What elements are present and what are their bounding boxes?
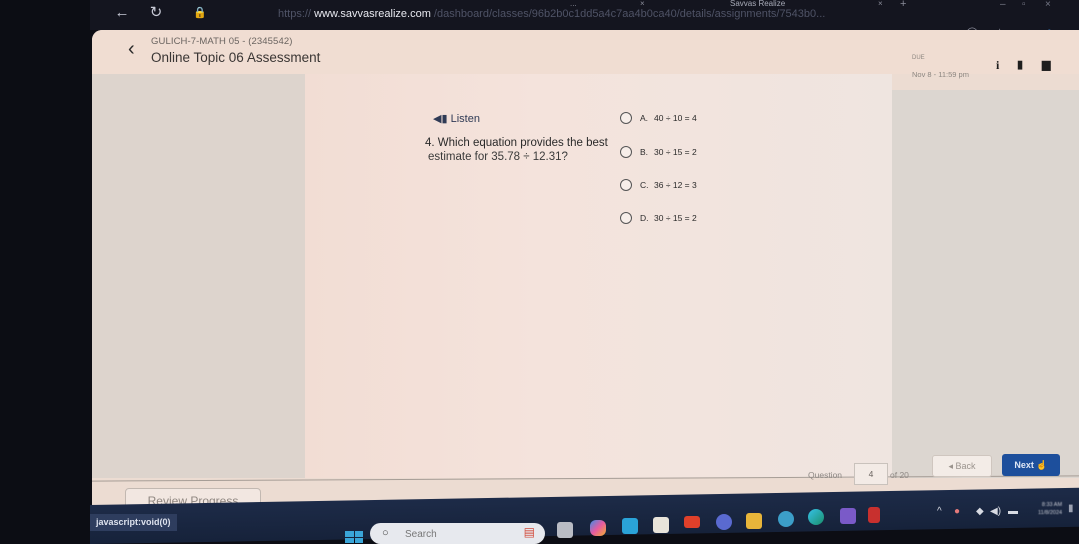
notebook-icon[interactable]: ▮ <box>1017 58 1023 71</box>
maximize-icon: ▫ <box>1022 0 1026 10</box>
back-arrow-icon[interactable]: ← <box>112 3 132 23</box>
clock-date: 11/8/2024 <box>1038 510 1063 516</box>
battery-icon[interactable]: ▬ <box>1008 506 1018 517</box>
assessment-page: ‹ GULICH-7-MATH 05 - (2345542) Online To… <box>92 30 1079 516</box>
copilot-icon[interactable] <box>590 520 606 536</box>
mdp-app-icon[interactable] <box>622 518 638 534</box>
lock-icon[interactable]: 🔒 <box>190 3 210 23</box>
page-header: ‹ GULICH-7-MATH 05 - (2345542) Online To… <box>92 30 1079 79</box>
volume-icon[interactable]: ◀) <box>990 506 1001 517</box>
choice-a[interactable]: A. 40 ÷ 10 = 4 <box>620 110 697 126</box>
choice-letter: A. <box>640 113 649 123</box>
notification-icon[interactable]: ▮ <box>1068 503 1074 514</box>
wifi-icon[interactable]: ◆ <box>976 506 984 517</box>
left-panel <box>92 74 305 478</box>
url-host: www.savvasrealize.com <box>314 8 431 20</box>
question-total: of 20 <box>890 470 909 480</box>
taskbar-clock[interactable]: 8:33 AM 11/8/2024 <box>1038 501 1062 517</box>
radio-button[interactable] <box>620 146 632 158</box>
file-explorer-icon[interactable] <box>746 513 762 529</box>
due-date: Nov 8 - 11:59 pm <box>912 70 969 79</box>
calendar-app-icon[interactable] <box>653 517 669 533</box>
question-area: ◀▮ Listen 4. Which equation provides the… <box>305 74 892 478</box>
tab-label: ... <box>570 0 577 8</box>
teams-icon[interactable] <box>716 514 732 530</box>
maximize-button[interactable]: ▫ <box>1022 0 1026 10</box>
choice-text: 30 ÷ 15 = 2 <box>654 147 697 157</box>
course-label: GULICH-7-MATH 05 - (2345542) <box>151 36 293 47</box>
task-view-icon[interactable] <box>557 522 573 538</box>
close-icon[interactable]: × <box>640 0 645 8</box>
choice-c[interactable]: C. 36 ÷ 12 = 3 <box>620 177 697 193</box>
url-scheme: https:// <box>278 8 312 20</box>
choice-letter: D. <box>640 213 649 223</box>
comment-icon[interactable]: ▆ <box>1042 58 1050 71</box>
tab-savvas-realize[interactable]: Savvas Realize <box>730 0 785 10</box>
close-icon: × <box>1045 0 1051 10</box>
speaker-icon: ◀▮ <box>433 113 448 125</box>
radio-button[interactable] <box>620 212 632 224</box>
browser-toolbar: ← ↻ 🔒 https:// www.savvasrealize.com /da… <box>90 0 1079 30</box>
edge-browser-icon[interactable] <box>808 509 824 525</box>
mcafee-icon[interactable] <box>868 507 880 523</box>
screen: ← ↻ 🔒 https:// www.savvasrealize.com /da… <box>0 0 1079 544</box>
media-app-icon[interactable] <box>840 508 856 524</box>
tab-previous[interactable]: ... <box>570 0 577 10</box>
clock-time: 8:33 AM <box>1041 502 1063 508</box>
choice-text: 40 ÷ 10 = 4 <box>654 113 697 123</box>
tray-overflow-icon[interactable]: ^ <box>937 506 942 517</box>
status-bar-link: javascript:void(0) <box>90 514 177 531</box>
question-label: Question <box>808 470 843 480</box>
search-highlight-icon: ▤ <box>523 525 535 539</box>
tab-close-previous[interactable]: × <box>640 0 645 10</box>
window-close-button[interactable]: × <box>1045 0 1051 10</box>
windows-start-icon[interactable] <box>345 531 363 543</box>
back-button[interactable]: ◂ Back <box>932 455 992 477</box>
new-tab-button[interactable]: + <box>900 0 906 10</box>
due-label: DUE <box>912 55 925 61</box>
right-panel <box>892 90 1079 478</box>
reload-icon[interactable]: ↻ <box>146 3 166 23</box>
choice-letter: C. <box>640 180 649 190</box>
listen-label: Listen <box>450 113 480 125</box>
choice-text: 36 ÷ 12 = 3 <box>654 180 697 190</box>
question-number: 4. <box>425 137 435 149</box>
hand-cursor-icon: ☝ <box>1036 460 1048 470</box>
listen-button[interactable]: ◀▮ Listen <box>433 112 480 125</box>
minimize-button[interactable]: – <box>1000 0 1006 10</box>
tab-label: Savvas Realize <box>730 0 786 8</box>
radio-button[interactable] <box>620 112 632 124</box>
question-number-input[interactable]: 4 <box>854 463 888 485</box>
radio-button[interactable] <box>620 179 632 191</box>
onedrive-icon[interactable]: ● <box>954 506 960 517</box>
choice-text: 30 ÷ 15 = 2 <box>654 213 697 223</box>
address-bar[interactable]: https:// www.savvasrealize.com /dashboar… <box>278 5 898 23</box>
info-icon[interactable]: i <box>996 58 999 73</box>
search-icon: ○ <box>382 527 389 539</box>
taskbar-search-input[interactable]: ○ Search ▤ <box>370 523 545 544</box>
tab-close-savvas[interactable]: × <box>878 0 883 10</box>
back-chevron-icon[interactable]: ‹ <box>128 38 135 61</box>
plus-icon: + <box>900 0 907 10</box>
question-line1: Which equation provides the best <box>437 137 608 149</box>
choice-letter: B. <box>640 147 649 157</box>
search-placeholder: Search <box>405 529 437 540</box>
close-icon[interactable]: × <box>878 0 883 8</box>
youtube-icon[interactable] <box>684 516 700 528</box>
choice-d[interactable]: D. 30 ÷ 15 = 2 <box>620 210 697 226</box>
minimize-icon: – <box>1000 0 1006 10</box>
help-app-icon[interactable] <box>778 511 794 527</box>
next-button[interactable]: Next ☝ <box>1002 454 1060 476</box>
page-title: Online Topic 06 Assessment <box>151 50 321 65</box>
next-label: Next <box>1014 460 1034 470</box>
question-line2: estimate for 35.78 ÷ 12.31? <box>428 151 568 163</box>
choice-b[interactable]: B. 30 ÷ 15 = 2 <box>620 144 697 160</box>
